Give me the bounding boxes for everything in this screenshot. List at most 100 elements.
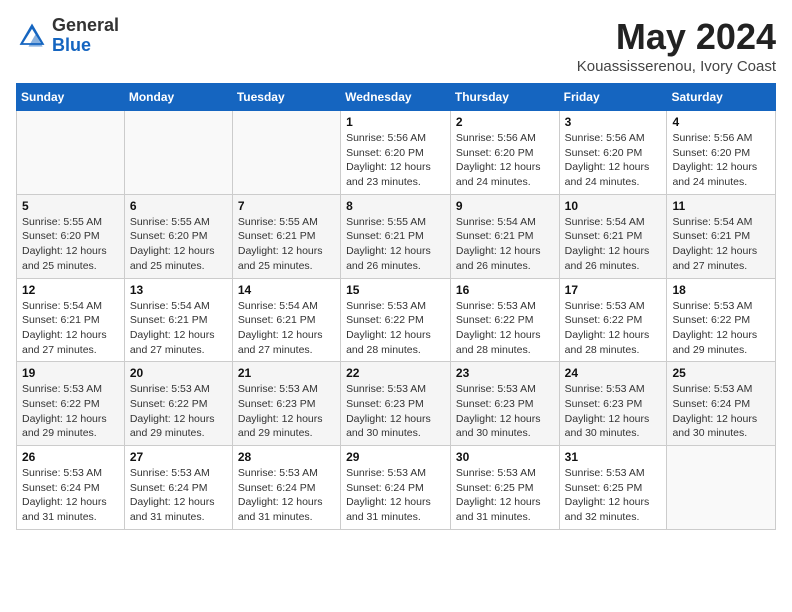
calendar-cell: 2Sunrise: 5:56 AM Sunset: 6:20 PM Daylig… xyxy=(450,111,559,195)
day-number: 24 xyxy=(565,366,662,380)
header-friday: Friday xyxy=(559,84,667,111)
day-number: 8 xyxy=(346,199,445,213)
calendar-cell: 22Sunrise: 5:53 AM Sunset: 6:23 PM Dayli… xyxy=(341,362,451,446)
day-number: 17 xyxy=(565,283,662,297)
day-number: 29 xyxy=(346,450,445,464)
calendar-cell: 21 Sunrise: 5:53 AM Sunset: 6:23 PM Dayli… xyxy=(232,362,340,446)
calendar-week-2: 5 Sunrise: 5:55 AM Sunset: 6:20 PM Daylig… xyxy=(17,194,776,278)
day-number: 11 xyxy=(672,199,770,213)
day-number: 26 xyxy=(22,450,119,464)
day-number: 16 xyxy=(456,283,554,297)
day-info: Sunrise: 5:54 AM Sunset: 6:21 PM Dayligh… xyxy=(22,299,119,358)
day-info: Sunrise: 5:54 AM Sunset: 6:21 PM Dayligh… xyxy=(130,299,227,358)
day-number: 20 xyxy=(130,366,227,380)
day-number: 18 xyxy=(672,283,770,297)
day-number: 9 xyxy=(456,199,554,213)
calendar-cell: 13 Sunrise: 5:54 AM Sunset: 6:21 PM Dayli… xyxy=(124,278,232,362)
day-info: Sunrise: 5:53 AM Sunset: 6:24 PM Dayligh… xyxy=(238,466,335,525)
day-info: Sunrise: 5:56 AM Sunset: 6:20 PM Dayligh… xyxy=(346,131,445,190)
day-number: 12 xyxy=(22,283,119,297)
day-info: Sunrise: 5:53 AM Sunset: 6:23 PM Dayligh… xyxy=(238,382,335,441)
header-tuesday: Tuesday xyxy=(232,84,340,111)
day-info: Sunrise: 5:54 AM Sunset: 6:21 PM Dayligh… xyxy=(238,299,335,358)
day-info: Sunrise: 5:53 AM Sunset: 6:25 PM Dayligh… xyxy=(565,466,662,525)
day-info: Sunrise: 5:53 AM Sunset: 6:22 PM Dayligh… xyxy=(565,299,662,358)
calendar-cell: 1 Sunrise: 5:56 AM Sunset: 6:20 PM Daylig… xyxy=(341,111,451,195)
calendar-cell: 29 Sunrise: 5:53 AM Sunset: 6:24 PM Dayli… xyxy=(341,446,451,530)
calendar-cell: 10Sunrise: 5:54 AM Sunset: 6:21 PM Dayli… xyxy=(559,194,667,278)
day-number: 10 xyxy=(565,199,662,213)
day-info: Sunrise: 5:53 AM Sunset: 6:25 PM Dayligh… xyxy=(456,466,554,525)
calendar-table: Sunday Monday Tuesday Wednesday Thursday… xyxy=(16,83,776,530)
calendar-cell: 7Sunrise: 5:55 AM Sunset: 6:21 PM Daylig… xyxy=(232,194,340,278)
day-info: Sunrise: 5:53 AM Sunset: 6:22 PM Dayligh… xyxy=(346,299,445,358)
day-number: 31 xyxy=(565,450,662,464)
day-info: Sunrise: 5:55 AM Sunset: 6:20 PM Dayligh… xyxy=(130,215,227,274)
calendar-cell: 30 Sunrise: 5:53 AM Sunset: 6:25 PM Dayli… xyxy=(450,446,559,530)
day-info: Sunrise: 5:55 AM Sunset: 6:21 PM Dayligh… xyxy=(346,215,445,274)
day-number: 14 xyxy=(238,283,335,297)
day-info: Sunrise: 5:55 AM Sunset: 6:21 PM Dayligh… xyxy=(238,215,335,274)
day-number: 30 xyxy=(456,450,554,464)
header-row: Sunday Monday Tuesday Wednesday Thursday… xyxy=(17,84,776,111)
calendar-cell: 27 Sunrise: 5:53 AM Sunset: 6:24 PM Dayli… xyxy=(124,446,232,530)
day-info: Sunrise: 5:53 AM Sunset: 6:24 PM Dayligh… xyxy=(130,466,227,525)
calendar-cell: 17 Sunrise: 5:53 AM Sunset: 6:22 PM Dayli… xyxy=(559,278,667,362)
calendar-cell: 26 Sunrise: 5:53 AM Sunset: 6:24 PM Dayli… xyxy=(17,446,125,530)
calendar-cell xyxy=(17,111,125,195)
day-info: Sunrise: 5:53 AM Sunset: 6:24 PM Dayligh… xyxy=(346,466,445,525)
day-number: 21 xyxy=(238,366,335,380)
day-info: Sunrise: 5:53 AM Sunset: 6:24 PM Dayligh… xyxy=(22,466,119,525)
calendar-cell: 8 Sunrise: 5:55 AM Sunset: 6:21 PM Daylig… xyxy=(341,194,451,278)
day-info: Sunrise: 5:53 AM Sunset: 6:22 PM Dayligh… xyxy=(456,299,554,358)
calendar-cell: 16 Sunrise: 5:53 AM Sunset: 6:22 PM Dayli… xyxy=(450,278,559,362)
day-number: 23 xyxy=(456,366,554,380)
day-number: 19 xyxy=(22,366,119,380)
calendar-cell: 3 Sunrise: 5:56 AM Sunset: 6:20 PM Daylig… xyxy=(559,111,667,195)
header-monday: Monday xyxy=(124,84,232,111)
calendar-cell: 19Sunrise: 5:53 AM Sunset: 6:22 PM Dayli… xyxy=(17,362,125,446)
day-info: Sunrise: 5:53 AM Sunset: 6:22 PM Dayligh… xyxy=(130,382,227,441)
day-info: Sunrise: 5:56 AM Sunset: 6:20 PM Dayligh… xyxy=(456,131,554,190)
day-number: 28 xyxy=(238,450,335,464)
header-wednesday: Wednesday xyxy=(341,84,451,111)
header-saturday: Saturday xyxy=(667,84,776,111)
day-number: 27 xyxy=(130,450,227,464)
calendar-cell: 23Sunrise: 5:53 AM Sunset: 6:23 PM Dayli… xyxy=(450,362,559,446)
logo: General Blue xyxy=(16,16,119,56)
calendar-cell: 20 Sunrise: 5:53 AM Sunset: 6:22 PM Dayli… xyxy=(124,362,232,446)
calendar-cell: 28 Sunrise: 5:53 AM Sunset: 6:24 PM Dayli… xyxy=(232,446,340,530)
day-info: Sunrise: 5:55 AM Sunset: 6:20 PM Dayligh… xyxy=(22,215,119,274)
calendar-cell: 12 Sunrise: 5:54 AM Sunset: 6:21 PM Dayli… xyxy=(17,278,125,362)
calendar-cell: 25 Sunrise: 5:53 AM Sunset: 6:24 PM Dayli… xyxy=(667,362,776,446)
calendar-cell: 11 Sunrise: 5:54 AM Sunset: 6:21 PM Dayli… xyxy=(667,194,776,278)
day-number: 1 xyxy=(346,115,445,129)
calendar-title: May 2024 xyxy=(577,16,776,58)
day-info: Sunrise: 5:54 AM Sunset: 6:21 PM Dayligh… xyxy=(456,215,554,274)
day-number: 3 xyxy=(565,115,662,129)
calendar-cell: 9 Sunrise: 5:54 AM Sunset: 6:21 PM Daylig… xyxy=(450,194,559,278)
logo-blue: Blue xyxy=(52,36,119,56)
day-number: 22 xyxy=(346,366,445,380)
day-info: Sunrise: 5:53 AM Sunset: 6:22 PM Dayligh… xyxy=(672,299,770,358)
calendar-cell: 15 Sunrise: 5:53 AM Sunset: 6:22 PM Dayli… xyxy=(341,278,451,362)
header-thursday: Thursday xyxy=(450,84,559,111)
calendar-cell: 6Sunrise: 5:55 AM Sunset: 6:20 PM Daylig… xyxy=(124,194,232,278)
day-info: Sunrise: 5:53 AM Sunset: 6:24 PM Dayligh… xyxy=(672,382,770,441)
day-info: Sunrise: 5:56 AM Sunset: 6:20 PM Dayligh… xyxy=(565,131,662,190)
day-number: 15 xyxy=(346,283,445,297)
calendar-week-1: 1 Sunrise: 5:56 AM Sunset: 6:20 PM Daylig… xyxy=(17,111,776,195)
calendar-week-3: 12 Sunrise: 5:54 AM Sunset: 6:21 PM Dayli… xyxy=(17,278,776,362)
day-number: 5 xyxy=(22,199,119,213)
calendar-week-5: 26 Sunrise: 5:53 AM Sunset: 6:24 PM Dayli… xyxy=(17,446,776,530)
day-info: Sunrise: 5:54 AM Sunset: 6:21 PM Dayligh… xyxy=(672,215,770,274)
day-info: Sunrise: 5:53 AM Sunset: 6:23 PM Dayligh… xyxy=(565,382,662,441)
calendar-cell: 5 Sunrise: 5:55 AM Sunset: 6:20 PM Daylig… xyxy=(17,194,125,278)
day-info: Sunrise: 5:56 AM Sunset: 6:20 PM Dayligh… xyxy=(672,131,770,190)
calendar-cell: 18 Sunrise: 5:53 AM Sunset: 6:22 PM Dayli… xyxy=(667,278,776,362)
day-number: 13 xyxy=(130,283,227,297)
calendar-cell xyxy=(232,111,340,195)
header-sunday: Sunday xyxy=(17,84,125,111)
logo-text: General Blue xyxy=(52,16,119,56)
day-number: 25 xyxy=(672,366,770,380)
